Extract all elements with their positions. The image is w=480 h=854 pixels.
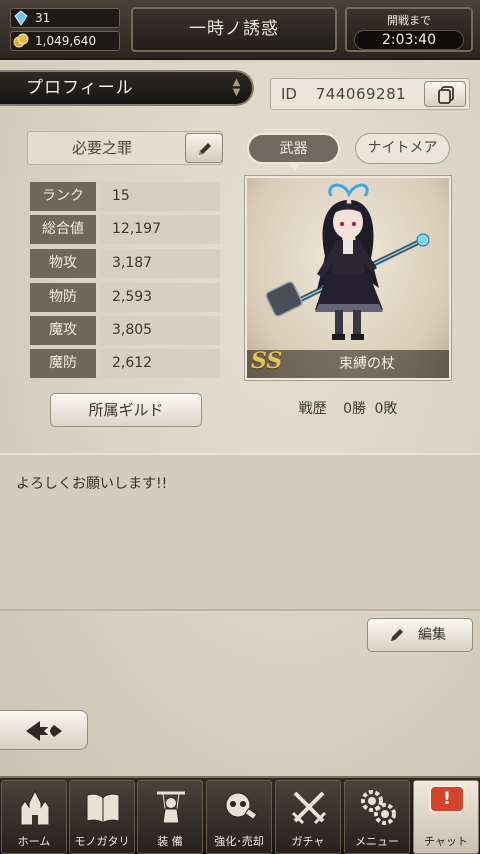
battle-countdown-label: 開戦まで — [387, 14, 431, 27]
stat-label: 魔防 — [30, 349, 96, 378]
weapon-name: 束縛の杖 — [339, 356, 395, 372]
tab-weapon[interactable]: 武器 — [247, 133, 340, 170]
gold-coin-icon — [13, 33, 29, 48]
chat-alert-icon: ! — [429, 785, 465, 813]
gears-icon — [361, 790, 396, 825]
profile-message-text: よろしくお願いします!! — [16, 476, 168, 492]
player-id-label: ID — [281, 85, 297, 103]
page-title: 一時ノ誘惑 — [131, 7, 337, 52]
player-id-value: 744069281 — [315, 85, 407, 103]
weapon-card[interactable]: SS 束縛の杖 — [245, 176, 451, 380]
stat-row-phys-attack: 物攻 3,187 — [30, 249, 220, 278]
puppet-icon — [157, 791, 185, 824]
gem-counter: 31 — [10, 8, 120, 28]
nav-chat-label: チャット — [424, 835, 468, 848]
back-arrow-icon — [26, 721, 62, 741]
stat-value: 2,612 — [100, 349, 220, 378]
battle-countdown: 開戦まで 2:03:40 — [345, 7, 473, 52]
stat-label: 魔攻 — [30, 316, 96, 345]
character-portrait — [265, 183, 430, 340]
weapon-rank-badge: SS — [251, 348, 283, 374]
pencil-icon — [199, 143, 211, 155]
copy-id-button[interactable] — [424, 81, 466, 107]
battle-record: 戦歴 0勝 0敗 — [245, 398, 451, 418]
nav-menu[interactable]: メニュー — [344, 780, 410, 854]
gold-counter: 1,049,640 — [10, 31, 120, 51]
tab-weapon-label: 武器 — [279, 141, 308, 157]
nav-gacha[interactable]: ガチャ — [275, 780, 341, 854]
book-icon — [86, 793, 120, 824]
gem-icon — [14, 10, 28, 26]
top-bar: 31 1,049,640 一時ノ誘惑 開戦まで 2:03:40 — [0, 0, 480, 60]
guild-button[interactable]: 所属ギルド — [50, 393, 202, 427]
back-button[interactable] — [0, 710, 88, 750]
tab-nightmare[interactable]: ナイトメア — [355, 133, 450, 164]
battle-countdown-timer: 2:03:40 — [354, 30, 464, 50]
battle-record-losses: 0敗 — [374, 401, 398, 417]
stat-label: 物防 — [30, 283, 96, 312]
crossed-swords-icon — [291, 791, 327, 825]
stat-label: 物攻 — [30, 249, 96, 278]
battle-record-wins: 0勝 — [343, 401, 366, 417]
nav-home-label: ホーム — [17, 835, 51, 848]
edit-message-label: 編集 — [418, 627, 446, 643]
sort-arrows-icon[interactable]: ▲ ▼ — [228, 78, 246, 98]
stat-value: 12,197 — [100, 215, 220, 244]
stat-row-total: 総合値 12,197 — [30, 215, 220, 244]
nav-equip-label: 装 備 — [157, 835, 183, 848]
nav-gacha-label: ガチャ — [291, 835, 325, 848]
edit-message-button[interactable]: 編集 — [367, 618, 473, 652]
gem-count: 31 — [35, 11, 51, 25]
nav-enhance-sell-label: 強化･売却 — [214, 835, 264, 848]
nav-story[interactable]: モノガタリ — [69, 780, 135, 854]
profile-header-label: プロフィール — [26, 78, 134, 98]
nav-menu-label: メニュー — [355, 835, 399, 848]
stat-row-phys-defense: 物防 2,593 — [30, 283, 220, 312]
profile-header: プロフィール ▲ ▼ — [0, 70, 254, 106]
stat-value: 3,187 — [100, 249, 220, 278]
edit-title-button[interactable] — [185, 133, 223, 163]
nav-equip[interactable]: 装 備 — [137, 780, 203, 854]
stat-label: ランク — [30, 182, 96, 211]
nav-home[interactable]: ホーム — [1, 780, 67, 854]
stat-row-mag-attack: 魔攻 3,805 — [30, 316, 220, 345]
castle-icon — [20, 789, 50, 826]
stat-row-mag-defense: 魔防 2,612 — [30, 349, 220, 378]
skull-hammer-icon — [225, 792, 258, 821]
tab-pointer — [287, 162, 303, 170]
stat-value: 15 — [100, 182, 220, 211]
nav-story-label: モノガタリ — [74, 835, 130, 848]
copy-icon — [438, 86, 454, 104]
stat-label: 総合値 — [30, 215, 96, 244]
bottom-navigation: ホーム モノガタリ 装 備 強化･売却 ガチャ メニュー ! チャット — [0, 776, 480, 854]
nav-enhance-sell[interactable]: 強化･売却 — [206, 780, 272, 854]
stat-row-rank: ランク 15 — [30, 182, 220, 211]
nav-chat[interactable]: ! チャット — [413, 780, 479, 854]
pencil-icon — [391, 629, 403, 641]
stat-value: 2,593 — [100, 283, 220, 312]
profile-message-box: よろしくお願いします!! — [0, 453, 480, 611]
player-id-field: ID 744069281 — [270, 78, 470, 110]
weapon-info-bar: SS 束縛の杖 — [247, 348, 449, 378]
battle-record-label: 戦歴 — [298, 401, 327, 417]
gold-count: 1,049,640 — [35, 34, 97, 48]
stat-value: 3,805 — [100, 316, 220, 345]
